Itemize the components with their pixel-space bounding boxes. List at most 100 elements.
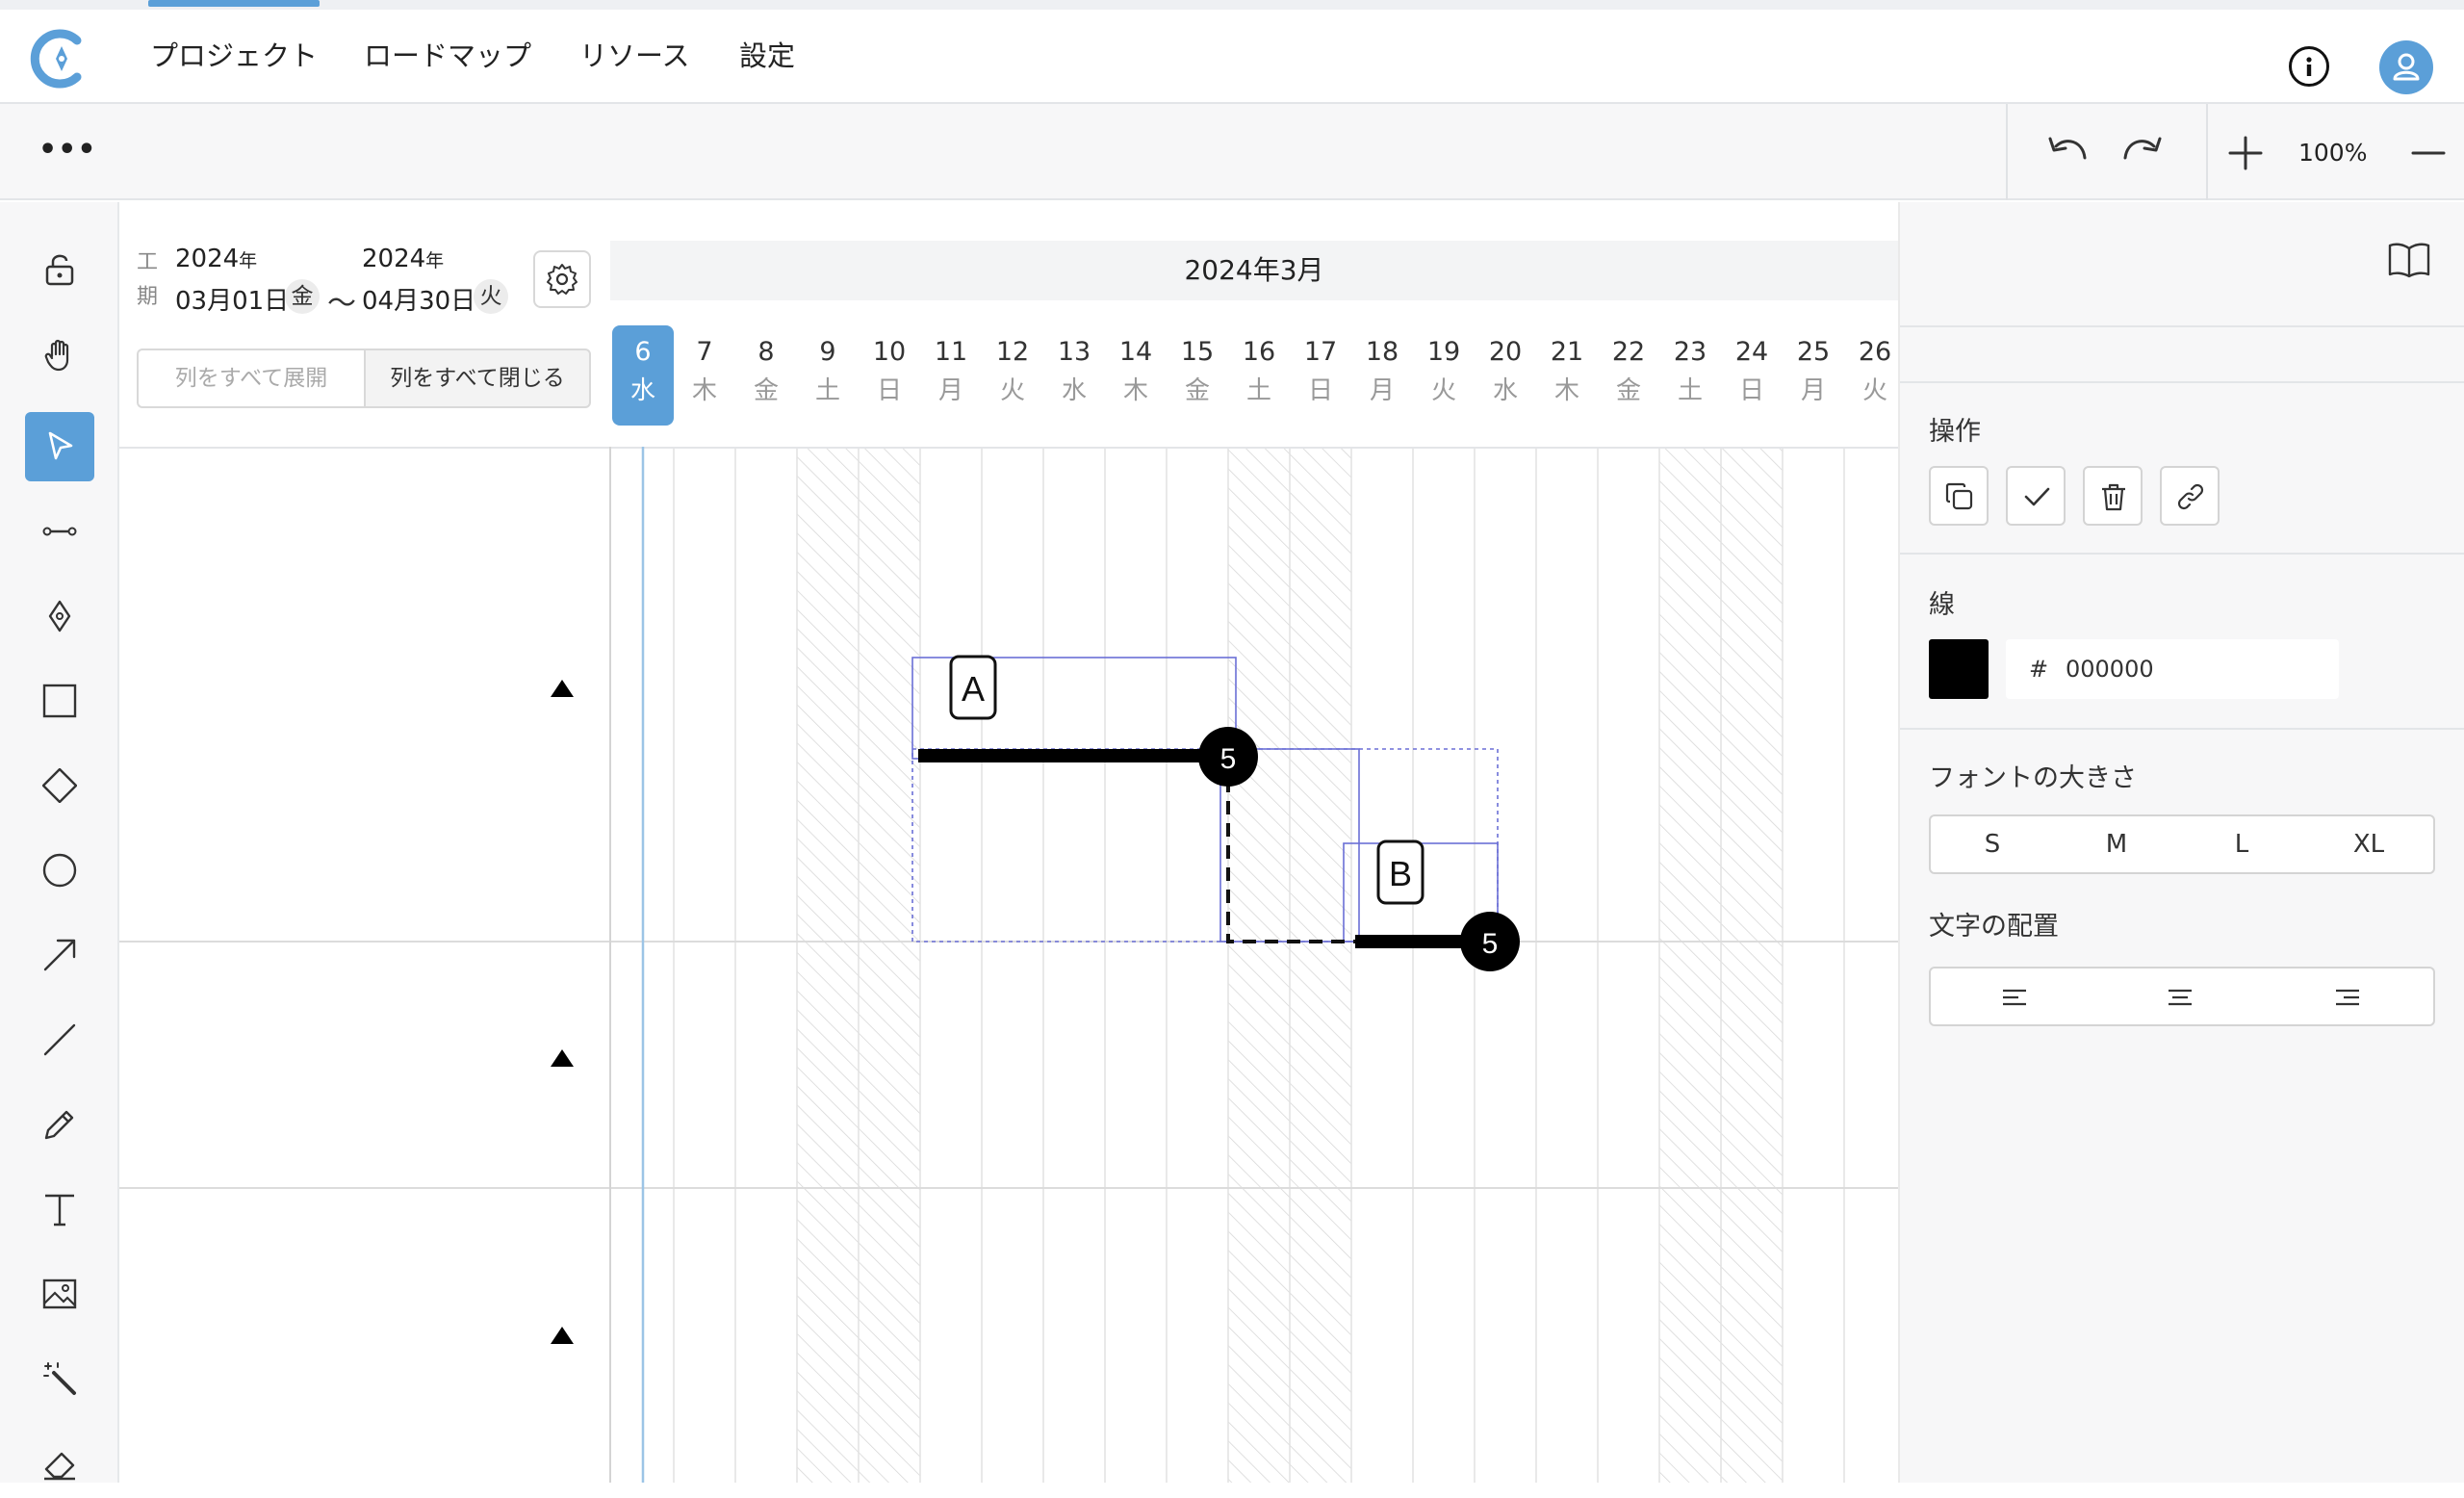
panel-divider — [1900, 325, 2464, 327]
tool-palette — [0, 202, 119, 1483]
zoom-level: 100% — [2298, 139, 2368, 167]
day-number: 8 — [757, 337, 775, 367]
diamond-tool-icon[interactable] — [25, 751, 94, 820]
operations-label: 操作 — [1929, 417, 1981, 447]
day-number: 22 — [1611, 337, 1646, 367]
font-size-xl-button[interactable]: XL — [2304, 814, 2435, 874]
day-cell[interactable]: 14 木 — [1105, 325, 1167, 426]
font-size-l-button[interactable]: L — [2179, 814, 2306, 874]
day-cell[interactable]: 23 土 — [1659, 325, 1721, 426]
day-cell[interactable]: 15 金 — [1167, 325, 1228, 426]
row-toggle-triangle-icon[interactable] — [549, 678, 576, 703]
more-menu-button[interactable]: ••• — [38, 136, 97, 165]
day-cell[interactable]: 13 水 — [1043, 325, 1105, 426]
day-cell[interactable]: 21 木 — [1536, 325, 1598, 426]
day-cell[interactable]: 6水 — [612, 325, 674, 426]
row-toggle-triangle-icon[interactable] — [549, 1325, 576, 1350]
align-right-icon[interactable] — [2264, 967, 2435, 1026]
trash-icon[interactable] — [2083, 466, 2143, 526]
align-left-icon[interactable] — [1929, 967, 2098, 1026]
day-number: 25 — [1796, 337, 1831, 367]
day-number: 15 — [1180, 337, 1215, 367]
duplicate-icon[interactable] — [1929, 466, 1989, 526]
top-navigation: プロジェクト ロードマップ リソース 設定 — [0, 0, 2464, 104]
day-cell[interactable]: 16 土 — [1228, 325, 1290, 426]
zoom-in-icon[interactable] — [2221, 129, 2270, 177]
panel-divider — [1900, 381, 2464, 383]
link-icon[interactable] — [2160, 466, 2220, 526]
nav-settings[interactable]: 設定 — [739, 35, 795, 77]
day-cell[interactable]: 24 日 — [1721, 325, 1783, 426]
align-center-icon[interactable] — [2096, 967, 2266, 1026]
task-a[interactable]: A 5 — [918, 655, 1258, 787]
line-tool-icon[interactable] — [25, 1005, 94, 1074]
day-cell[interactable]: 18 月 — [1351, 325, 1413, 426]
redo-icon[interactable] — [2119, 129, 2168, 177]
expand-all-columns-button[interactable]: 列をすべて展開 — [137, 349, 364, 408]
font-size-m-button[interactable]: M — [2054, 814, 2181, 874]
task-a-label: A — [962, 669, 985, 709]
day-number: 18 — [1365, 337, 1399, 367]
day-number: 21 — [1550, 337, 1584, 367]
day-weekday: 月 — [937, 376, 963, 405]
image-tool-icon[interactable] — [25, 1259, 94, 1329]
day-cell[interactable]: 9土 — [797, 325, 859, 426]
undo-icon[interactable] — [2042, 129, 2091, 177]
rectangle-tool-icon[interactable] — [25, 666, 94, 736]
day-weekday: 日 — [1307, 376, 1333, 405]
day-cell[interactable]: 22 金 — [1598, 325, 1659, 426]
end-weekday-badge: 火 — [474, 279, 508, 314]
line-color-input[interactable]: # 000000 — [2006, 639, 2339, 699]
day-weekday: 月 — [1800, 376, 1826, 405]
info-icon[interactable] — [2289, 46, 2329, 87]
select-pointer-tool-icon[interactable] — [25, 412, 94, 481]
check-icon[interactable] — [2006, 466, 2066, 526]
day-cell[interactable]: 19 火 — [1413, 325, 1475, 426]
logo[interactable] — [27, 27, 90, 90]
user-avatar-icon[interactable] — [2379, 40, 2433, 94]
day-cell[interactable]: 26 火 — [1844, 325, 1906, 426]
zoom-out-icon[interactable] — [2404, 129, 2452, 177]
task-a-bar[interactable] — [918, 749, 1222, 762]
day-number: 6 — [634, 337, 652, 367]
connector-line-tool-icon[interactable] — [25, 497, 94, 566]
gantt-canvas[interactable]: A 5 B 5 — [119, 447, 1898, 1483]
font-size-s-button[interactable]: S — [1929, 814, 2056, 874]
day-cell[interactable]: 25 月 — [1783, 325, 1844, 426]
day-number: 23 — [1673, 337, 1707, 367]
hand-pan-tool-icon[interactable] — [25, 320, 94, 389]
unlock-tool-icon[interactable] — [25, 235, 94, 304]
pen-nib-tool-icon[interactable] — [25, 581, 94, 651]
panel-divider — [1900, 553, 2464, 555]
book-manual-icon[interactable] — [2387, 241, 2431, 279]
weekend-column — [1721, 447, 1783, 1483]
month-header: 2024年3月 — [610, 241, 1898, 300]
day-cell[interactable]: 12 火 — [982, 325, 1043, 426]
circle-tool-icon[interactable] — [25, 836, 94, 905]
day-cell[interactable]: 20 水 — [1475, 325, 1536, 426]
line-color-swatch[interactable] — [1929, 639, 1989, 699]
day-cell[interactable]: 17 日 — [1290, 325, 1351, 426]
nav-project[interactable]: プロジェクト — [147, 0, 321, 77]
day-cell[interactable]: 8金 — [735, 325, 797, 426]
period-label-bottom: 期 — [137, 285, 159, 309]
pencil-tool-icon[interactable] — [25, 1090, 94, 1159]
nav-roadmap[interactable]: ロードマップ — [364, 35, 531, 77]
weekend-column — [1659, 447, 1721, 1483]
text-tool-icon[interactable] — [25, 1175, 94, 1244]
day-weekday: 金 — [1615, 376, 1641, 405]
collapse-all-columns-button[interactable]: 列をすべて閉じる — [364, 349, 591, 408]
gear-icon[interactable] — [533, 250, 591, 308]
row-toggle-triangle-icon[interactable] — [549, 1047, 576, 1072]
arrow-tool-icon[interactable] — [25, 920, 94, 990]
day-cell[interactable]: 11 月 — [920, 325, 982, 426]
day-cell[interactable]: 7木 — [674, 325, 735, 426]
nav-resource[interactable]: リソース — [579, 35, 690, 77]
day-cell[interactable]: 10 日 — [859, 325, 920, 426]
day-weekday: 木 — [1122, 376, 1148, 405]
day-weekday: 金 — [1184, 376, 1210, 405]
task-b[interactable]: B 5 — [1355, 839, 1520, 971]
magic-wand-tool-icon[interactable] — [25, 1344, 94, 1413]
end-date: 04月30日 — [362, 287, 476, 316]
eraser-tool-icon[interactable] — [25, 1429, 94, 1498]
